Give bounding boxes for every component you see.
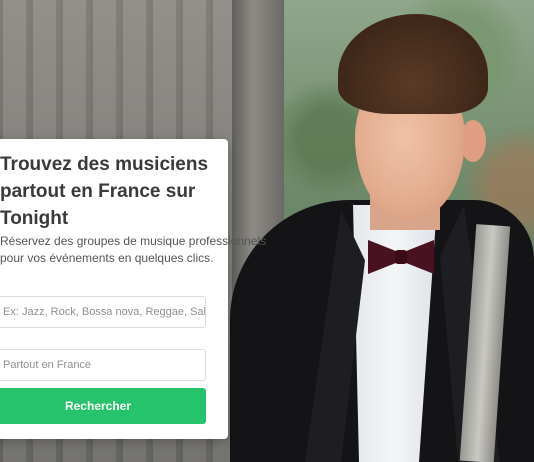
hero-title: Trouvez des musiciens partout en France … [0,151,228,232]
musician-photo [210,0,534,462]
music-style-input[interactable] [0,296,206,328]
hair [338,14,488,114]
hero-subtitle: Réservez des groupes de musique professi… [0,233,267,267]
search-card: Trouvez des musiciens partout en France … [0,139,267,439]
hero-subtitle-line: Réservez des groupes de musique professi… [0,234,267,248]
location-input[interactable] [0,349,206,381]
hero-subtitle-line: pour vos événements en quelques clics. [0,251,214,265]
hero-title-line: partout en France sur [0,181,196,202]
hero-title-line: Tonight [0,208,69,229]
bow-tie [368,240,434,274]
hero-title-line: Trouvez des musiciens [0,154,209,175]
search-button[interactable]: Rechercher [0,388,206,424]
